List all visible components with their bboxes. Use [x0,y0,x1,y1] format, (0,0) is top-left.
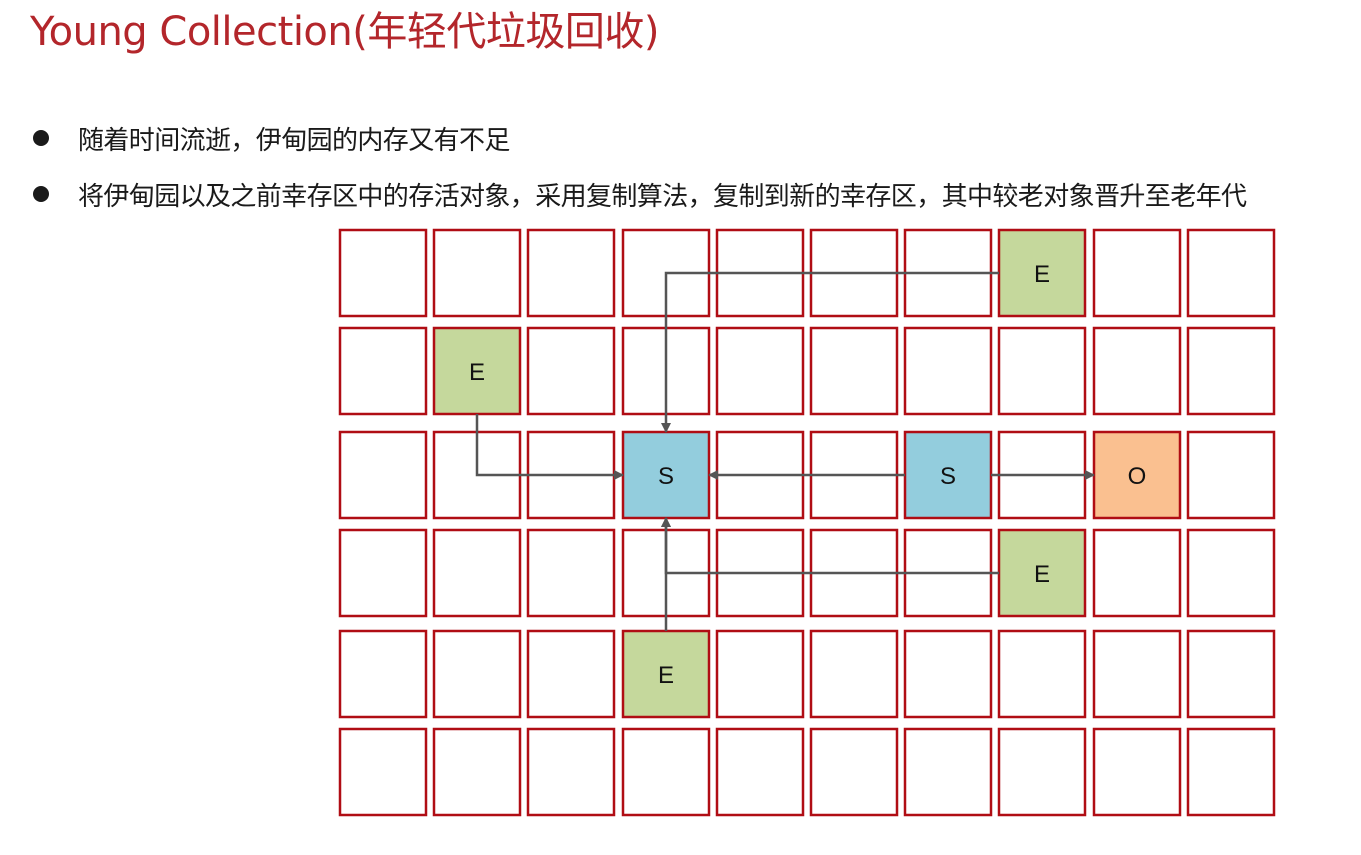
eden-region-label: E [658,662,674,689]
empty-region-cell [1186,228,1276,318]
empty-region-cell [526,228,616,318]
empty-region-cell [809,629,899,719]
empty-region-cell [621,727,711,817]
empty-region-cell [997,727,1087,817]
empty-region-cell [338,228,428,318]
empty-region-cell [1092,326,1182,416]
empty-region-cell [1186,528,1276,618]
empty-region-cell [1092,528,1182,618]
eden-region-label: E [1034,261,1050,288]
empty-region-cell [903,326,993,416]
empty-region-cell [1092,727,1182,817]
empty-region-cell [1186,430,1276,520]
heap-region-diagram: E E S S O E E [338,228,1276,817]
empty-region-cell [715,326,805,416]
empty-region-cell [1092,228,1182,318]
empty-region-cell [432,727,522,817]
old-region-label: O [1128,463,1147,490]
empty-region-cell [903,727,993,817]
eden-region-label: E [469,359,485,386]
empty-region-cell [1186,629,1276,719]
empty-region-cell [809,326,899,416]
empty-region-cell [338,326,428,416]
empty-region-cell [526,528,616,618]
empty-region-cell [338,629,428,719]
empty-region-cell [338,727,428,817]
empty-region-cell [903,629,993,719]
empty-region-cell [809,727,899,817]
empty-region-cell [526,727,616,817]
empty-region-cell [338,528,428,618]
empty-region-cell [1092,629,1182,719]
empty-region-cell [997,326,1087,416]
survivor-region-label: S [940,463,956,490]
empty-region-cell [432,528,522,618]
empty-region-cell [526,326,616,416]
empty-region-cell [715,629,805,719]
empty-region-cell [997,629,1087,719]
empty-region-cell [715,727,805,817]
empty-region-cell [526,629,616,719]
empty-region-cell [432,228,522,318]
empty-region-cell [432,629,522,719]
survivor-region-label: S [658,463,674,490]
empty-region-cell [1186,326,1276,416]
empty-region-cell [338,430,428,520]
empty-region-cell [1186,727,1276,817]
eden-region-label: E [1034,561,1050,588]
